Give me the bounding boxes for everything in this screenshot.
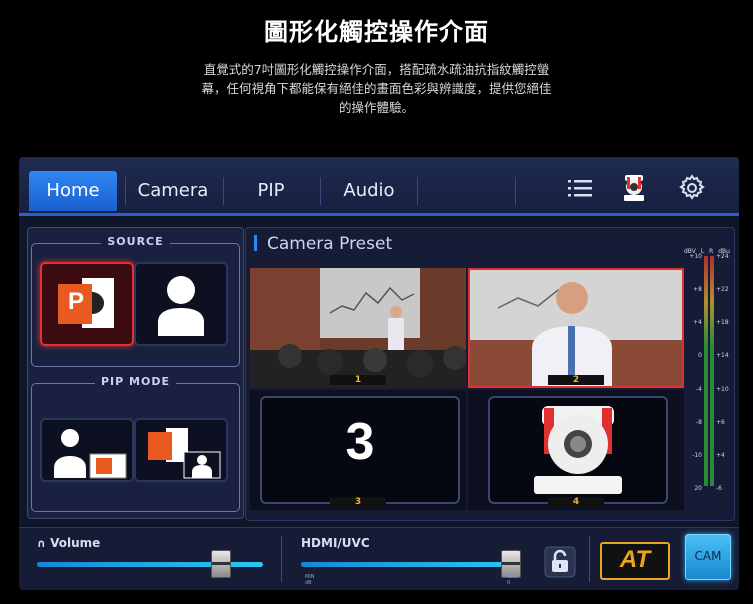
ptz-camera-image <box>534 406 622 494</box>
meter-scale-right-label: -6 <box>716 485 722 492</box>
preset-number: 4 <box>548 497 604 507</box>
description-line: 的操作體驗。 <box>338 100 414 115</box>
description-line: 幕，任何視角下都能保有絕佳的畫面色彩與辨識度，提供您絕佳 <box>201 81 552 96</box>
person-icon <box>158 276 204 336</box>
volume-slider-handle[interactable] <box>211 550 231 578</box>
ppt-letter: P <box>68 288 85 315</box>
at-label: AT <box>619 546 651 573</box>
meter-scale-right-label: +14 <box>716 352 729 359</box>
title-accent-bar <box>254 235 257 251</box>
camera-preset-panel: Camera Preset 1 2 3 3 4 dBV L R dBu +10 … <box>245 227 735 521</box>
meter-scale-left-label: +8 <box>693 286 702 293</box>
top-bar: Home Camera PIP Audio <box>19 157 739 216</box>
touch-panel: Home Camera PIP Audio SOURCE P PIP MODE … <box>19 157 739 590</box>
source-camera-button[interactable] <box>134 262 228 346</box>
tab-separator <box>417 177 418 205</box>
pip-mode-group: PIP MODE <box>31 375 240 512</box>
gear-icon[interactable] <box>677 173 707 203</box>
presenter-closeup-image <box>468 268 684 388</box>
meter-bar-right <box>710 256 714 486</box>
preset-big-number: 3 <box>345 413 375 471</box>
tab-audio[interactable]: Audio <box>325 171 413 211</box>
at-button[interactable]: AT <box>600 542 670 580</box>
zero-label: 0 <box>507 580 511 586</box>
pip-mode-title: PIP MODE <box>95 375 176 388</box>
source-ppt-button[interactable]: P <box>40 262 134 346</box>
bottom-separator <box>589 536 590 582</box>
description-line: 直覺式的7吋圖形化觸控操作介面，搭配疏水疏油抗指紋觸控螢 <box>203 62 550 77</box>
meter-scale-right-label: +6 <box>716 419 725 426</box>
bottom-bar: ∩ Volume HDMI/UVC MIN dB MAX 0 AT CAM <box>19 527 739 590</box>
preset-number: 2 <box>548 375 604 385</box>
tab-separator <box>515 177 516 205</box>
source-title: SOURCE <box>101 235 170 248</box>
tab-home[interactable]: Home <box>29 171 117 211</box>
db-label: dB <box>305 580 312 586</box>
pip-person-main-icon <box>54 429 127 479</box>
audio-level-meter: dBV L R dBu +10 +8 +4 0 -4 -8 -10 20 +24 +22 +18 +… <box>684 248 730 504</box>
headphone-icon: ∩ <box>37 537 46 550</box>
preset-cell-2[interactable]: 2 <box>468 268 684 388</box>
hdmi-uvc-slider[interactable] <box>301 562 521 567</box>
lecture-scene-image <box>250 268 466 388</box>
meter-scale-left-label: -10 <box>692 452 702 459</box>
cam-label: CAM <box>694 549 722 563</box>
meter-scale-right-label: +10 <box>716 386 729 393</box>
preset-cell-1[interactable]: 1 <box>250 268 466 388</box>
camera-preset-title: Camera Preset <box>267 234 393 254</box>
meter-scale-left-label: +10 <box>689 253 702 260</box>
meter-scale-right-label: +24 <box>716 253 729 260</box>
preset-cell-4[interactable]: 4 <box>468 390 684 510</box>
pip-ppt-main-icon <box>148 428 221 479</box>
tab-separator <box>223 177 224 205</box>
meter-scale-left-label: 20 <box>694 485 702 492</box>
tab-pip[interactable]: PIP <box>227 171 315 211</box>
headline: 圖形化觸控操作介面 <box>264 18 489 46</box>
hdmi-uvc-label: HDMI/UVC <box>301 536 370 550</box>
description: 直覺式的7吋圖形化觸控操作介面，搭配疏水疏油抗指紋觸控螢 幕，任何視角下都能保有… <box>170 60 583 117</box>
meter-scale-right-label: +22 <box>716 286 729 293</box>
meter-scale-right-label: +4 <box>716 452 725 459</box>
meter-bar-left <box>704 256 708 486</box>
ptz-camera-icon[interactable] <box>619 173 649 203</box>
tab-separator <box>125 177 126 205</box>
meter-scale-right-label: +18 <box>716 319 729 326</box>
pip-mode-ppt-main-button[interactable] <box>134 418 228 482</box>
meter-scale-left-label: 0 <box>698 352 702 359</box>
meter-scale-left-label: -4 <box>696 386 702 393</box>
list-icon[interactable] <box>565 173 595 203</box>
meter-header: R <box>709 248 714 255</box>
volume-label: Volume <box>50 536 101 550</box>
tab-camera[interactable]: Camera <box>129 171 217 211</box>
preset-number: 3 <box>330 497 386 507</box>
ppt-icon <box>58 278 114 328</box>
meter-scale-left-label: -8 <box>696 419 702 426</box>
preset-number: 1 <box>330 375 386 385</box>
source-group: SOURCE P <box>31 235 240 367</box>
tab-separator <box>320 177 321 205</box>
cam-button[interactable]: CAM <box>685 534 731 580</box>
meter-scale-left-label: +4 <box>693 319 702 326</box>
bottom-separator <box>281 536 282 582</box>
preset-cell-3[interactable]: 3 3 <box>250 390 466 510</box>
unlock-icon[interactable] <box>544 546 576 578</box>
pip-mode-camera-main-button[interactable] <box>40 418 134 482</box>
left-panel: SOURCE P PIP MODE <box>27 227 244 519</box>
